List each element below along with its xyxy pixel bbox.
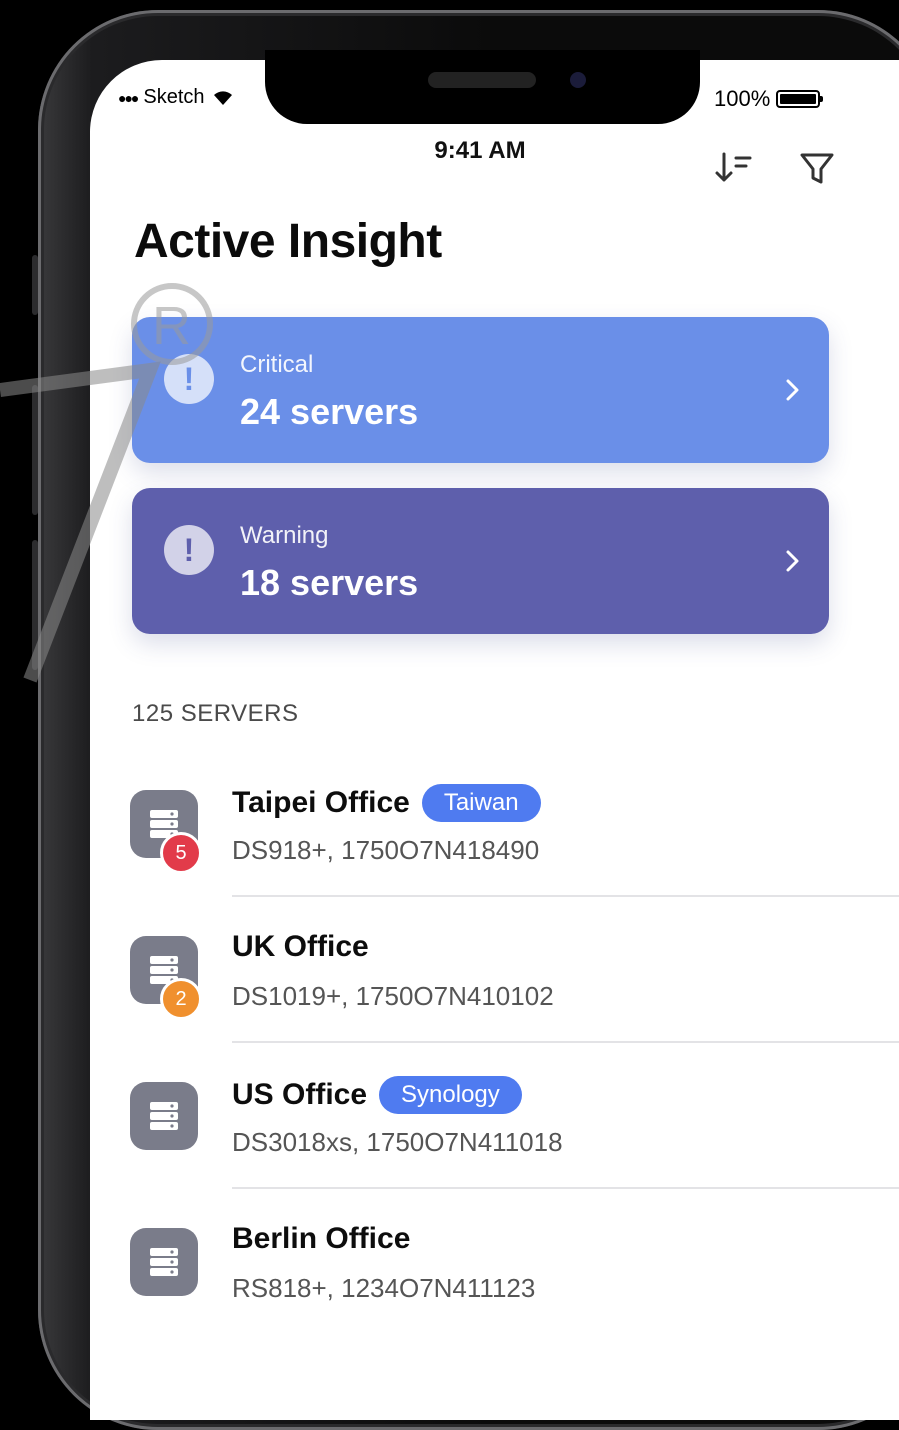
filter-icon[interactable]: [795, 146, 839, 190]
server-name: Taipei Office: [232, 786, 410, 819]
server-row-us[interactable]: US Office Synology DS3018xs, 1750O7N4110…: [130, 1076, 870, 1228]
wifi-icon: [213, 90, 232, 105]
server-tag[interactable]: Synology: [379, 1076, 522, 1114]
server-name: Berlin Office: [232, 1222, 411, 1255]
card-count: 18 servers: [240, 562, 419, 603]
alert-count-badge: 2: [160, 978, 202, 1020]
alert-count-badge: 5: [160, 832, 202, 874]
server-row-uk[interactable]: 2 UK Office DS1019+, 1750O7N410102: [130, 930, 870, 1082]
sort-descending-icon[interactable]: [712, 146, 756, 190]
status-time: 9:41 AM: [434, 137, 526, 164]
front-camera: [570, 72, 586, 88]
server-name: US Office: [232, 1078, 368, 1111]
server-name: UK Office: [232, 930, 369, 963]
volume-up-button: [32, 385, 38, 515]
mute-switch: [32, 255, 38, 315]
alert-circle-icon: !: [164, 354, 214, 404]
alert-circle-icon: !: [164, 525, 214, 575]
chevron-right-icon: [786, 550, 799, 572]
carrier-name: Sketch: [143, 86, 205, 108]
divider: [232, 1041, 899, 1043]
speaker: [428, 72, 536, 88]
server-detail: RS818+, 1234O7N411123: [232, 1273, 536, 1303]
divider: [232, 895, 899, 897]
server-detail: DS918+, 1750O7N418490: [232, 835, 540, 865]
card-label: Critical: [240, 351, 314, 378]
divider: [232, 1187, 899, 1189]
server-count-header: 125 SERVERS: [132, 700, 299, 727]
status-bar-right: 100%: [714, 86, 824, 112]
server-detail: DS1019+, 1750O7N410102: [232, 981, 554, 1011]
server-tag[interactable]: Taiwan: [421, 784, 541, 822]
status-bar-left: ●●● Sketch: [118, 86, 235, 109]
server-detail: DS3018xs, 1750O7N411018: [232, 1127, 563, 1157]
battery-percentage: 100%: [714, 86, 771, 111]
warning-card[interactable]: ! Warning 18 servers: [132, 488, 829, 634]
signal-icon: ●●●: [118, 89, 139, 106]
server-row-berlin[interactable]: Berlin Office RS818+, 1234O7N411123: [130, 1222, 870, 1374]
volume-down-button: [32, 540, 38, 670]
server-icon: [130, 1228, 198, 1296]
card-count: 24 servers: [240, 391, 419, 432]
server-icon: [130, 1082, 198, 1150]
chevron-right-icon: [786, 379, 799, 401]
card-label: Warning: [240, 522, 329, 549]
server-row-taipei[interactable]: 5 Taipei Office Taiwan DS918+, 1750O7N41…: [130, 784, 870, 936]
critical-card[interactable]: ! Critical 24 servers: [132, 317, 829, 463]
battery-icon: [776, 90, 824, 108]
page-title: Active Insight: [134, 215, 442, 268]
